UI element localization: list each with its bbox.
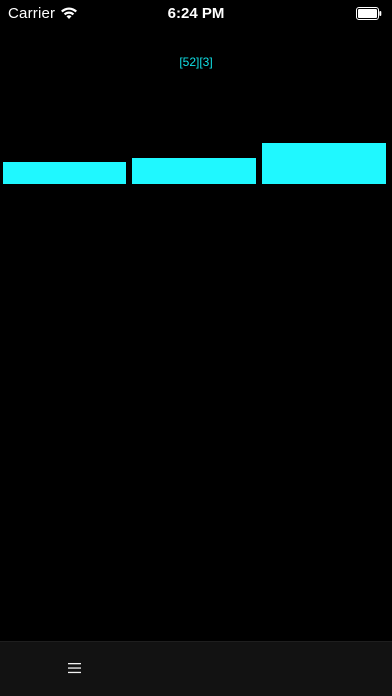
bars-container bbox=[0, 0, 392, 200]
bar-1 bbox=[3, 162, 126, 184]
menu-icon[interactable] bbox=[66, 659, 84, 677]
bar-3 bbox=[262, 143, 386, 184]
bar-2 bbox=[132, 158, 256, 184]
bottom-toolbar bbox=[0, 641, 392, 696]
